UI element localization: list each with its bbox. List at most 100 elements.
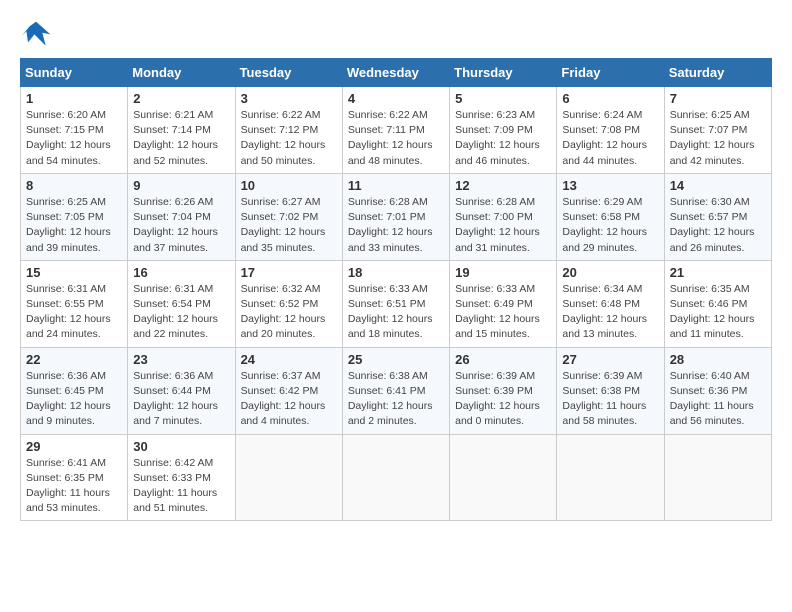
day-number: 18 — [348, 265, 444, 280]
calendar-cell: 9 Sunrise: 6:26 AM Sunset: 7:04 PM Daylig… — [128, 173, 235, 260]
calendar-cell — [342, 434, 449, 521]
day-number: 14 — [670, 178, 766, 193]
calendar-cell: 19Sunrise: 6:33 AM Sunset: 6:49 PM Dayli… — [450, 260, 557, 347]
day-info: Sunrise: 6:22 AM Sunset: 7:12 PM Dayligh… — [241, 108, 337, 169]
calendar-cell: 30 Sunrise: 6:42 AM Sunset: 6:33 PM Dayli… — [128, 434, 235, 521]
day-number: 15 — [26, 265, 122, 280]
day-info: Sunrise: 6:20 AM Sunset: 7:15 PM Dayligh… — [26, 108, 122, 169]
day-number: 26 — [455, 352, 551, 367]
weekday-header-sunday: Sunday — [21, 59, 128, 87]
day-number: 11 — [348, 178, 444, 193]
day-number: 1 — [26, 91, 122, 106]
weekday-header-friday: Friday — [557, 59, 664, 87]
day-number: 4 — [348, 91, 444, 106]
calendar-cell: 18 Sunrise: 6:33 AM Sunset: 6:51 PM Dayli… — [342, 260, 449, 347]
day-info: Sunrise: 6:35 AM Sunset: 6:46 PM Dayligh… — [670, 282, 766, 343]
day-number: 2 — [133, 91, 229, 106]
day-number: 24 — [241, 352, 337, 367]
day-info: Sunrise: 6:29 AM Sunset: 6:58 PM Dayligh… — [562, 195, 658, 256]
calendar-cell: 6 Sunrise: 6:24 AM Sunset: 7:08 PM Daylig… — [557, 87, 664, 174]
day-number: 6 — [562, 91, 658, 106]
day-number: 13 — [562, 178, 658, 193]
day-info: Sunrise: 6:25 AM Sunset: 7:07 PM Dayligh… — [670, 108, 766, 169]
calendar-week-3: 15 Sunrise: 6:31 AM Sunset: 6:55 PM Dayli… — [21, 260, 772, 347]
calendar-cell: 7 Sunrise: 6:25 AM Sunset: 7:07 PM Daylig… — [664, 87, 771, 174]
day-number: 25 — [348, 352, 444, 367]
calendar-cell: 24 Sunrise: 6:37 AM Sunset: 6:42 PM Dayli… — [235, 347, 342, 434]
calendar-cell: 8Sunrise: 6:25 AM Sunset: 7:05 PM Daylig… — [21, 173, 128, 260]
day-info: Sunrise: 6:21 AM Sunset: 7:14 PM Dayligh… — [133, 108, 229, 169]
logo — [20, 20, 56, 48]
calendar-cell: 26 Sunrise: 6:39 AM Sunset: 6:39 PM Dayli… — [450, 347, 557, 434]
day-info: Sunrise: 6:42 AM Sunset: 6:33 PM Dayligh… — [133, 456, 229, 517]
calendar-cell: 14 Sunrise: 6:30 AM Sunset: 6:57 PM Dayli… — [664, 173, 771, 260]
calendar-cell: 16 Sunrise: 6:31 AM Sunset: 6:54 PM Dayli… — [128, 260, 235, 347]
day-number: 22 — [26, 352, 122, 367]
calendar-cell: 2 Sunrise: 6:21 AM Sunset: 7:14 PM Daylig… — [128, 87, 235, 174]
day-info: Sunrise: 6:31 AM Sunset: 6:54 PM Dayligh… — [133, 282, 229, 343]
day-number: 27 — [562, 352, 658, 367]
day-info: Sunrise: 6:27 AM Sunset: 7:02 PM Dayligh… — [241, 195, 337, 256]
day-number: 10 — [241, 178, 337, 193]
calendar-cell: 17Sunrise: 6:32 AM Sunset: 6:52 PM Dayli… — [235, 260, 342, 347]
day-number: 12 — [455, 178, 551, 193]
calendar-cell: 15 Sunrise: 6:31 AM Sunset: 6:55 PM Dayli… — [21, 260, 128, 347]
day-info: Sunrise: 6:26 AM Sunset: 7:04 PM Dayligh… — [133, 195, 229, 256]
day-number: 21 — [670, 265, 766, 280]
weekday-header-saturday: Saturday — [664, 59, 771, 87]
day-info: Sunrise: 6:28 AM Sunset: 7:00 PM Dayligh… — [455, 195, 551, 256]
day-number: 23 — [133, 352, 229, 367]
day-number: 9 — [133, 178, 229, 193]
weekday-header-thursday: Thursday — [450, 59, 557, 87]
calendar-cell: 11 Sunrise: 6:28 AM Sunset: 7:01 PM Dayli… — [342, 173, 449, 260]
calendar-cell: 23 Sunrise: 6:36 AM Sunset: 6:44 PM Dayli… — [128, 347, 235, 434]
calendar-cell: 13 Sunrise: 6:29 AM Sunset: 6:58 PM Dayli… — [557, 173, 664, 260]
calendar-week-1: 1 Sunrise: 6:20 AM Sunset: 7:15 PM Daylig… — [21, 87, 772, 174]
calendar-cell: 12 Sunrise: 6:28 AM Sunset: 7:00 PM Dayli… — [450, 173, 557, 260]
weekday-header-tuesday: Tuesday — [235, 59, 342, 87]
calendar-cell — [450, 434, 557, 521]
day-info: Sunrise: 6:30 AM Sunset: 6:57 PM Dayligh… — [670, 195, 766, 256]
day-info: Sunrise: 6:24 AM Sunset: 7:08 PM Dayligh… — [562, 108, 658, 169]
calendar-cell — [664, 434, 771, 521]
day-info: Sunrise: 6:38 AM Sunset: 6:41 PM Dayligh… — [348, 369, 444, 430]
calendar-cell: 22 Sunrise: 6:36 AM Sunset: 6:45 PM Dayli… — [21, 347, 128, 434]
calendar-cell — [235, 434, 342, 521]
day-number: 5 — [455, 91, 551, 106]
calendar-cell: 3 Sunrise: 6:22 AM Sunset: 7:12 PM Daylig… — [235, 87, 342, 174]
calendar-cell: 28Sunrise: 6:40 AM Sunset: 6:36 PM Dayli… — [664, 347, 771, 434]
calendar: SundayMondayTuesdayWednesdayThursdayFrid… — [20, 58, 772, 521]
day-number: 3 — [241, 91, 337, 106]
day-info: Sunrise: 6:31 AM Sunset: 6:55 PM Dayligh… — [26, 282, 122, 343]
day-number: 7 — [670, 91, 766, 106]
calendar-week-5: 29 Sunrise: 6:41 AM Sunset: 6:35 PM Dayli… — [21, 434, 772, 521]
calendar-cell: 27Sunrise: 6:39 AM Sunset: 6:38 PM Dayli… — [557, 347, 664, 434]
calendar-cell — [557, 434, 664, 521]
day-number: 16 — [133, 265, 229, 280]
day-number: 20 — [562, 265, 658, 280]
calendar-cell: 4 Sunrise: 6:22 AM Sunset: 7:11 PM Daylig… — [342, 87, 449, 174]
header — [20, 20, 772, 48]
calendar-cell: 1 Sunrise: 6:20 AM Sunset: 7:15 PM Daylig… — [21, 87, 128, 174]
calendar-cell: 25 Sunrise: 6:38 AM Sunset: 6:41 PM Dayli… — [342, 347, 449, 434]
day-info: Sunrise: 6:39 AM Sunset: 6:39 PM Dayligh… — [455, 369, 551, 430]
day-info: Sunrise: 6:25 AM Sunset: 7:05 PM Dayligh… — [26, 195, 122, 256]
day-info: Sunrise: 6:23 AM Sunset: 7:09 PM Dayligh… — [455, 108, 551, 169]
day-info: Sunrise: 6:34 AM Sunset: 6:48 PM Dayligh… — [562, 282, 658, 343]
day-info: Sunrise: 6:33 AM Sunset: 6:51 PM Dayligh… — [348, 282, 444, 343]
day-info: Sunrise: 6:36 AM Sunset: 6:45 PM Dayligh… — [26, 369, 122, 430]
day-number: 30 — [133, 439, 229, 454]
day-info: Sunrise: 6:40 AM Sunset: 6:36 PM Dayligh… — [670, 369, 766, 430]
calendar-cell: 29 Sunrise: 6:41 AM Sunset: 6:35 PM Dayli… — [21, 434, 128, 521]
calendar-cell: 21 Sunrise: 6:35 AM Sunset: 6:46 PM Dayli… — [664, 260, 771, 347]
day-info: Sunrise: 6:28 AM Sunset: 7:01 PM Dayligh… — [348, 195, 444, 256]
day-info: Sunrise: 6:22 AM Sunset: 7:11 PM Dayligh… — [348, 108, 444, 169]
day-info: Sunrise: 6:37 AM Sunset: 6:42 PM Dayligh… — [241, 369, 337, 430]
calendar-cell: 10 Sunrise: 6:27 AM Sunset: 7:02 PM Dayli… — [235, 173, 342, 260]
day-info: Sunrise: 6:36 AM Sunset: 6:44 PM Dayligh… — [133, 369, 229, 430]
calendar-week-4: 22 Sunrise: 6:36 AM Sunset: 6:45 PM Dayli… — [21, 347, 772, 434]
day-info: Sunrise: 6:41 AM Sunset: 6:35 PM Dayligh… — [26, 456, 122, 517]
day-number: 17 — [241, 265, 337, 280]
day-number: 29 — [26, 439, 122, 454]
calendar-cell: 5 Sunrise: 6:23 AM Sunset: 7:09 PM Daylig… — [450, 87, 557, 174]
